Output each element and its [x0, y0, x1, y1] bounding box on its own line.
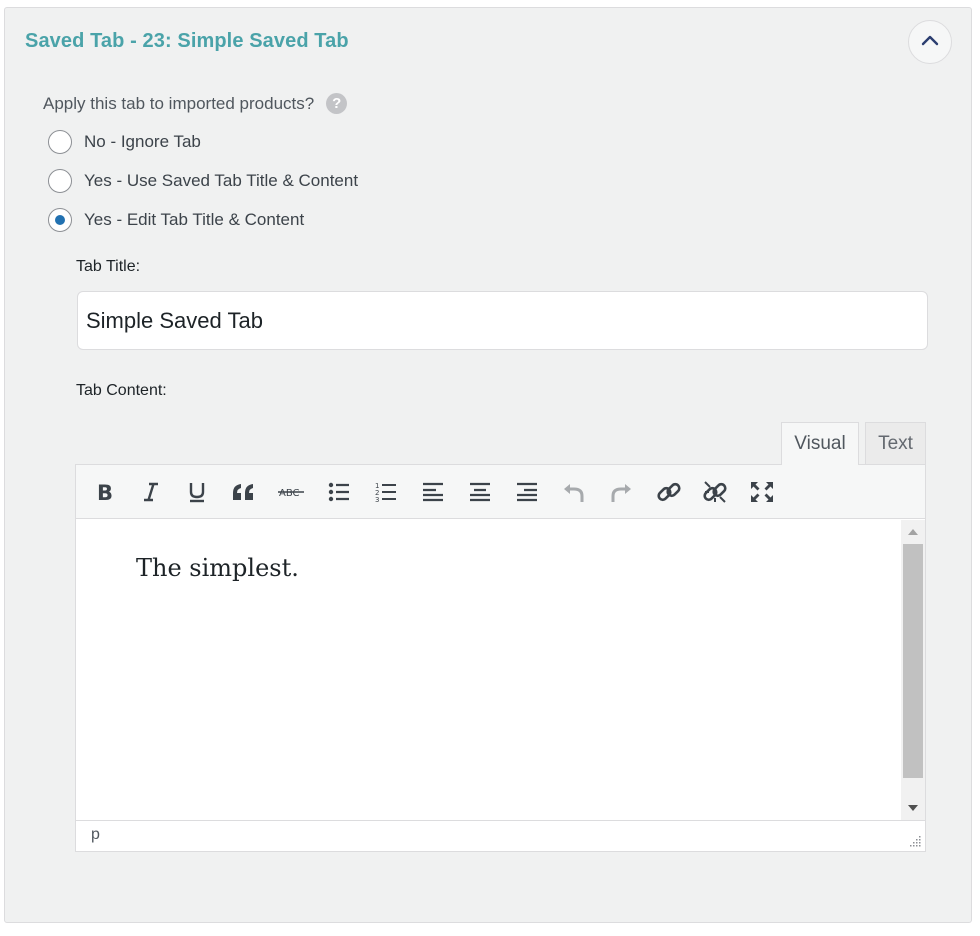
resize-handle-icon[interactable]: [908, 834, 922, 848]
editor-body-text[interactable]: The simplest.: [136, 554, 299, 582]
editor-content-area[interactable]: The simplest.: [76, 520, 901, 820]
content-editor: B ABC 123 The simplest. p: [75, 464, 926, 852]
radio-use-saved-tab[interactable]: Yes - Use Saved Tab Title & Content: [48, 169, 358, 193]
radio-label: No - Ignore Tab: [84, 132, 201, 151]
blockquote-icon: [231, 482, 257, 502]
panel-title[interactable]: Saved Tab - 23: Simple Saved Tab: [25, 30, 349, 53]
undo-icon: [562, 481, 586, 503]
align-right-button[interactable]: [511, 476, 543, 508]
italic-icon: [141, 481, 161, 503]
strikethrough-icon: ABC: [278, 484, 304, 500]
radio-button[interactable]: [48, 130, 72, 154]
remove-link-button[interactable]: [699, 476, 731, 508]
radio-label: Yes - Use Saved Tab Title & Content: [84, 171, 359, 190]
saved-tab-panel: Saved Tab - 23: Simple Saved Tab Apply t…: [4, 7, 972, 923]
radio-label: Yes - Edit Tab Title & Content: [84, 210, 305, 229]
scroll-thumb[interactable]: [903, 544, 923, 778]
tab-content-label: Tab Content:: [76, 382, 167, 399]
undo-button[interactable]: [558, 476, 590, 508]
svg-text:3: 3: [375, 496, 379, 503]
editor-statusbar: p: [76, 820, 925, 851]
underline-button[interactable]: [181, 476, 213, 508]
insert-link-icon: [656, 479, 682, 505]
scroll-up-arrow-icon[interactable]: [901, 522, 925, 542]
fullscreen-button[interactable]: [746, 476, 778, 508]
underline-icon: [187, 481, 207, 503]
bold-icon: B: [94, 481, 114, 503]
align-right-icon: [516, 482, 538, 502]
blockquote-button[interactable]: [228, 476, 260, 508]
align-center-icon: [469, 482, 491, 502]
apply-question: Apply this tab to imported products? ?: [43, 93, 348, 114]
radio-edit-tab[interactable]: Yes - Edit Tab Title & Content: [48, 208, 304, 232]
editor-toolbar: B ABC 123: [76, 465, 925, 519]
element-path[interactable]: p: [91, 826, 100, 844]
align-center-button[interactable]: [464, 476, 496, 508]
align-left-icon: [422, 482, 444, 502]
svg-text:ABC: ABC: [279, 488, 300, 499]
numbered-list-icon: 123: [375, 481, 397, 503]
radio-no-ignore-tab[interactable]: No - Ignore Tab: [48, 130, 201, 154]
chevron-up-icon: [921, 33, 939, 51]
bulleted-list-icon: [328, 482, 350, 502]
radio-button-selected[interactable]: [48, 208, 72, 232]
remove-link-icon: [702, 479, 728, 505]
scroll-down-arrow-icon[interactable]: [901, 798, 925, 818]
radio-selected-dot: [55, 215, 65, 225]
tab-visual[interactable]: Visual: [781, 422, 859, 465]
editor-scrollbar[interactable]: [901, 520, 925, 820]
strikethrough-button[interactable]: ABC: [275, 476, 307, 508]
bold-button[interactable]: B: [88, 476, 120, 508]
collapse-button[interactable]: [908, 20, 952, 64]
redo-icon: [609, 481, 633, 503]
italic-button[interactable]: [135, 476, 167, 508]
insert-link-button[interactable]: [653, 476, 685, 508]
help-icon[interactable]: ?: [326, 93, 348, 114]
svg-text:B: B: [97, 481, 113, 503]
tab-text[interactable]: Text: [865, 422, 926, 465]
radio-button[interactable]: [48, 169, 72, 193]
bulleted-list-button[interactable]: [323, 476, 355, 508]
tab-title-input[interactable]: [77, 291, 928, 350]
tab-title-label: Tab Title:: [76, 258, 141, 275]
fullscreen-icon: [750, 481, 774, 503]
apply-question-label: Apply this tab to imported products?: [43, 93, 315, 113]
numbered-list-button[interactable]: 123: [370, 476, 402, 508]
align-left-button[interactable]: [417, 476, 449, 508]
redo-button[interactable]: [605, 476, 637, 508]
